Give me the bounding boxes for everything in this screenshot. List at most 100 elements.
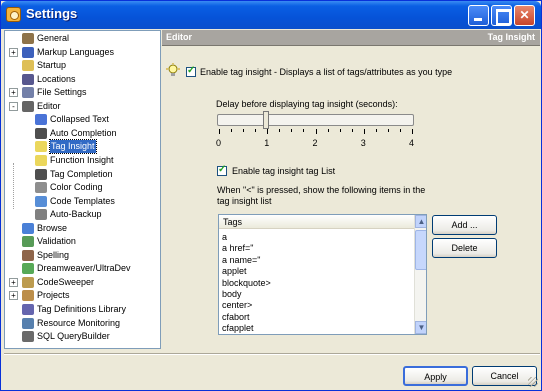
slider-tick-label: 4 — [409, 138, 415, 148]
delete-tag-button[interactable]: Delete — [432, 238, 497, 258]
tree-item-label: File Settings — [37, 87, 87, 98]
title-bar[interactable]: Settings ✕ — [1, 1, 541, 29]
template-icon — [35, 195, 47, 207]
enable-tag-list-checkbox[interactable] — [217, 164, 227, 176]
tree-expander-4[interactable]: + — [9, 88, 18, 98]
delay-label: Delay before displaying tag insight (sec… — [216, 99, 398, 109]
slider-tick — [279, 129, 281, 132]
binoculars-icon — [35, 168, 47, 180]
slider-tick — [243, 129, 245, 132]
list-intro-line1: When "<" is pressed, show the following … — [217, 185, 426, 195]
tree-connector — [13, 163, 14, 209]
settings-window: Settings ✕ General + Markup Languages Start… — [0, 0, 542, 391]
tag-list-item[interactable]: cfabort — [222, 312, 250, 323]
tree-item-label: Markup Languages — [37, 46, 115, 57]
tag-list-item[interactable]: a href=" — [222, 243, 253, 254]
enable-tag-insight-label: Enable tag insight - Displays a list of … — [200, 67, 453, 77]
slider-tick — [351, 129, 353, 132]
tree-item-label: Color Coding — [50, 182, 103, 193]
disk-icon — [22, 73, 34, 85]
tree-item-label: Tag Insight — [49, 139, 97, 155]
slider-tick — [375, 129, 377, 132]
scroll-up-button[interactable]: ▲ — [415, 215, 426, 228]
tree-expander-1[interactable]: + — [9, 47, 18, 57]
tag-list-item[interactable]: a name=" — [222, 255, 260, 266]
tree-item-label: Locations — [37, 73, 76, 84]
delay-slider-thumb[interactable] — [263, 111, 269, 129]
tree-item-label: Resource Monitoring — [37, 317, 121, 328]
monitor-icon — [22, 317, 34, 329]
tree-expander-19[interactable]: + — [9, 291, 18, 301]
tag-list-item[interactable]: applet — [222, 266, 247, 277]
tag-list-item[interactable]: cfapplet — [222, 323, 254, 334]
enable-tag-insight-checkbox[interactable] — [186, 65, 196, 77]
window-title: Settings — [26, 6, 78, 21]
slider-tick-label: 2 — [312, 138, 318, 148]
tree-item-label: General — [37, 33, 70, 43]
browse-icon — [22, 222, 34, 234]
slider-tick — [255, 129, 257, 132]
broom-icon — [22, 276, 34, 288]
slider-tick — [231, 129, 233, 132]
tree-item-label: Startup — [37, 60, 67, 71]
projects-icon — [22, 290, 34, 302]
tree-item-label: Collapsed Text — [50, 114, 109, 125]
scroll-down-button[interactable]: ▼ — [415, 321, 426, 334]
settings-tree[interactable]: General + Markup Languages Startup Locations… — [4, 30, 161, 349]
tag-library-icon — [22, 304, 34, 315]
tag-list-item[interactable]: blockquote> — [222, 278, 271, 289]
close-button[interactable]: ✕ — [514, 5, 535, 26]
resize-grip[interactable] — [528, 377, 538, 387]
apply-button[interactable]: Apply — [403, 366, 468, 386]
tree-item-label: Dreamweaver/UltraDev — [37, 263, 131, 274]
tags-listbox[interactable]: Tags ▲ ▼ aa href=" a name=" applet blockquo… — [218, 214, 427, 335]
tree-item-label: Tag Completion — [50, 168, 113, 179]
slider-tick — [363, 129, 365, 134]
panel-section-title: Editor — [166, 32, 192, 42]
tree-item-label: Auto-Backup — [50, 209, 102, 220]
validation-icon — [22, 236, 34, 248]
slider-tick — [303, 129, 305, 132]
tags-column-header-label: Tags — [223, 217, 243, 227]
code-brackets-icon — [22, 46, 34, 58]
folder-icon — [22, 60, 34, 72]
gear-icon — [22, 33, 34, 44]
slider-tick — [399, 129, 401, 132]
add-tag-button[interactable]: Add ... — [432, 215, 497, 235]
lightbulb-icon — [35, 154, 47, 166]
tags-column-header[interactable]: Tags — [219, 215, 414, 229]
tree-expander-5[interactable]: - — [9, 101, 18, 111]
tag-list-item[interactable]: center> — [222, 300, 252, 311]
delay-slider-track[interactable] — [217, 114, 414, 126]
tree-item-label: Spelling — [37, 249, 70, 260]
tree-expander-18[interactable]: + — [9, 277, 18, 287]
slider-tick — [387, 129, 389, 132]
tag-list-item[interactable]: body — [222, 289, 242, 300]
panel-header: Editor Tag Insight — [162, 30, 540, 46]
slider-tick — [219, 129, 220, 134]
tags-scrollbar[interactable]: ▲ ▼ — [414, 215, 426, 334]
maximize-button[interactable] — [491, 5, 512, 26]
tree-item-label: Function Insight — [50, 154, 114, 165]
slider-tick — [327, 129, 329, 132]
slider-tick-label: 1 — [264, 138, 270, 148]
list-intro-line2: tag insight list — [217, 196, 272, 206]
tree-item-label: Tag Definitions Library — [37, 304, 127, 314]
editor-icon — [22, 100, 34, 112]
tree-item-label: Projects — [37, 290, 70, 301]
tree-item-label: Code Templates — [50, 195, 115, 206]
tree-item-label: Validation — [37, 236, 76, 247]
slider-tick — [267, 129, 269, 134]
dreamweaver-icon — [22, 263, 34, 275]
backup-icon — [35, 209, 47, 221]
slider-tick — [291, 129, 293, 132]
minimize-button[interactable] — [468, 5, 489, 26]
file-icon — [22, 87, 34, 99]
collapse-icon — [35, 114, 47, 126]
settings-app-icon — [6, 7, 21, 22]
panel-page-title: Tag Insight — [487, 32, 535, 42]
scroll-thumb[interactable] — [415, 230, 426, 270]
lightbulb-icon — [35, 141, 47, 153]
tag-list-item[interactable]: a — [222, 232, 227, 243]
enable-tag-list-label: Enable tag insight tag List — [232, 166, 336, 176]
